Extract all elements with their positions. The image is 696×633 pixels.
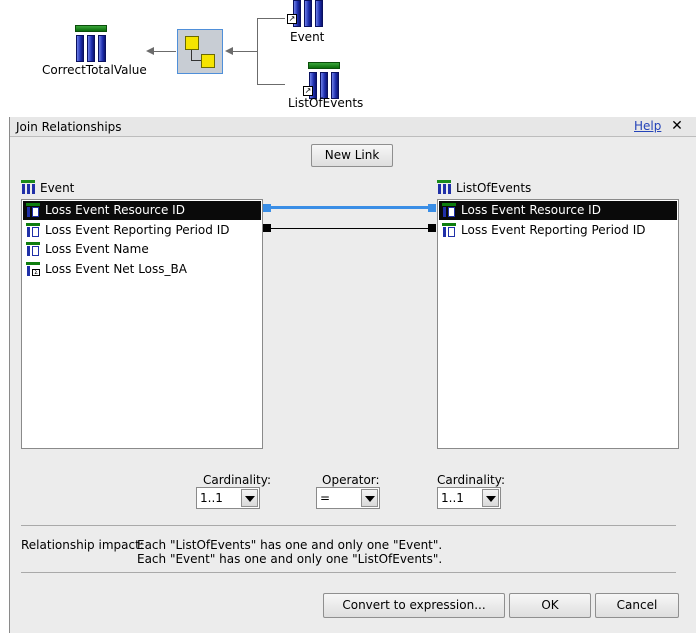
arrow-head-icon [225,47,233,55]
column-icon [442,223,456,237]
dialog-titlebar[interactable]: Join Relationships Help ✕ [10,117,696,137]
right-cardinality-select[interactable]: 1..1 [437,487,501,509]
right-cardinality-label: Cardinality: [437,473,506,487]
help-link[interactable]: Help [634,119,661,133]
cancel-button[interactable]: Cancel [595,593,679,618]
join-link[interactable] [267,228,431,229]
query-shortcut-icon[interactable]: ↗ [287,0,325,28]
join-link-selected[interactable] [267,206,431,209]
query-shortcut-icon[interactable]: ↗ [303,62,341,100]
right-query-header: ListOfEvents [437,180,531,195]
diagram-connector [257,84,285,85]
operator-label: Operator: [322,473,380,487]
list-item[interactable]: Loss Event Reporting Period ID [23,221,261,240]
node-label-event: Event [290,30,325,44]
query-icon [437,180,453,194]
left-cardinality-select[interactable]: 1..1 [196,487,260,509]
chevron-down-icon[interactable] [361,489,378,507]
column-icon [26,242,40,256]
diagram-connector [257,18,258,84]
link-endpoint-handle[interactable] [263,204,271,212]
diagram-connector [154,51,176,52]
ok-button[interactable]: OK [509,593,591,618]
divider [21,572,676,573]
left-query-header: Event [21,180,74,195]
right-query-name: ListOfEvents [456,181,532,195]
chevron-down-icon[interactable] [241,489,258,507]
list-item[interactable]: Loss Event Reporting Period ID [439,221,677,240]
left-cardinality-label: Cardinality: [203,473,272,487]
new-link-button[interactable]: New Link [311,144,393,167]
close-icon[interactable]: ✕ [669,118,685,134]
list-item[interactable]: Loss Event Resource ID [439,201,677,220]
link-endpoint-handle[interactable] [428,204,436,212]
query-icon [21,180,37,194]
relationship-impact-label: Relationship impact: [21,538,144,552]
dialog-title: Join Relationships [16,120,122,134]
list-item[interactable]: Σ Loss Event Net Loss_BA [23,260,261,279]
query-icon[interactable] [74,25,108,63]
calculated-column-icon: Σ [26,262,40,276]
node-label-list-of-events: ListOfEvents [288,96,364,110]
arrow-head-icon [146,47,154,55]
left-query-name: Event [40,181,75,195]
diagram-connector [233,51,257,52]
chevron-down-icon[interactable] [482,489,499,507]
convert-to-expression-button[interactable]: Convert to expression... [323,593,505,618]
list-item[interactable]: Loss Event Name [23,240,261,259]
column-icon [26,223,40,237]
link-endpoint-handle[interactable] [428,224,436,232]
diagram-connector [257,18,285,19]
node-label-correct-total: CorrectTotalValue [42,63,147,77]
relationship-impact-line: Each "Event" has one and only one "ListO… [137,552,443,566]
query-diagram-canvas: CorrectTotalValue ↗ Event ↗ ListOfEvents [0,0,696,117]
column-icon [26,203,40,217]
column-icon [442,203,456,217]
left-data-items-list[interactable]: Loss Event Resource ID Loss Event Report… [21,199,263,449]
join-node-icon[interactable] [177,29,223,74]
operator-select[interactable]: = [316,487,380,509]
relationship-impact-line: Each "ListOfEvents" has one and only one… [137,538,443,552]
list-item[interactable]: Loss Event Resource ID [23,201,261,220]
divider [21,525,676,526]
join-relationships-dialog: Join Relationships Help ✕ New Link Event… [9,117,696,633]
right-data-items-list[interactable]: Loss Event Resource ID Loss Event Report… [437,199,679,449]
link-endpoint-handle[interactable] [263,224,271,232]
